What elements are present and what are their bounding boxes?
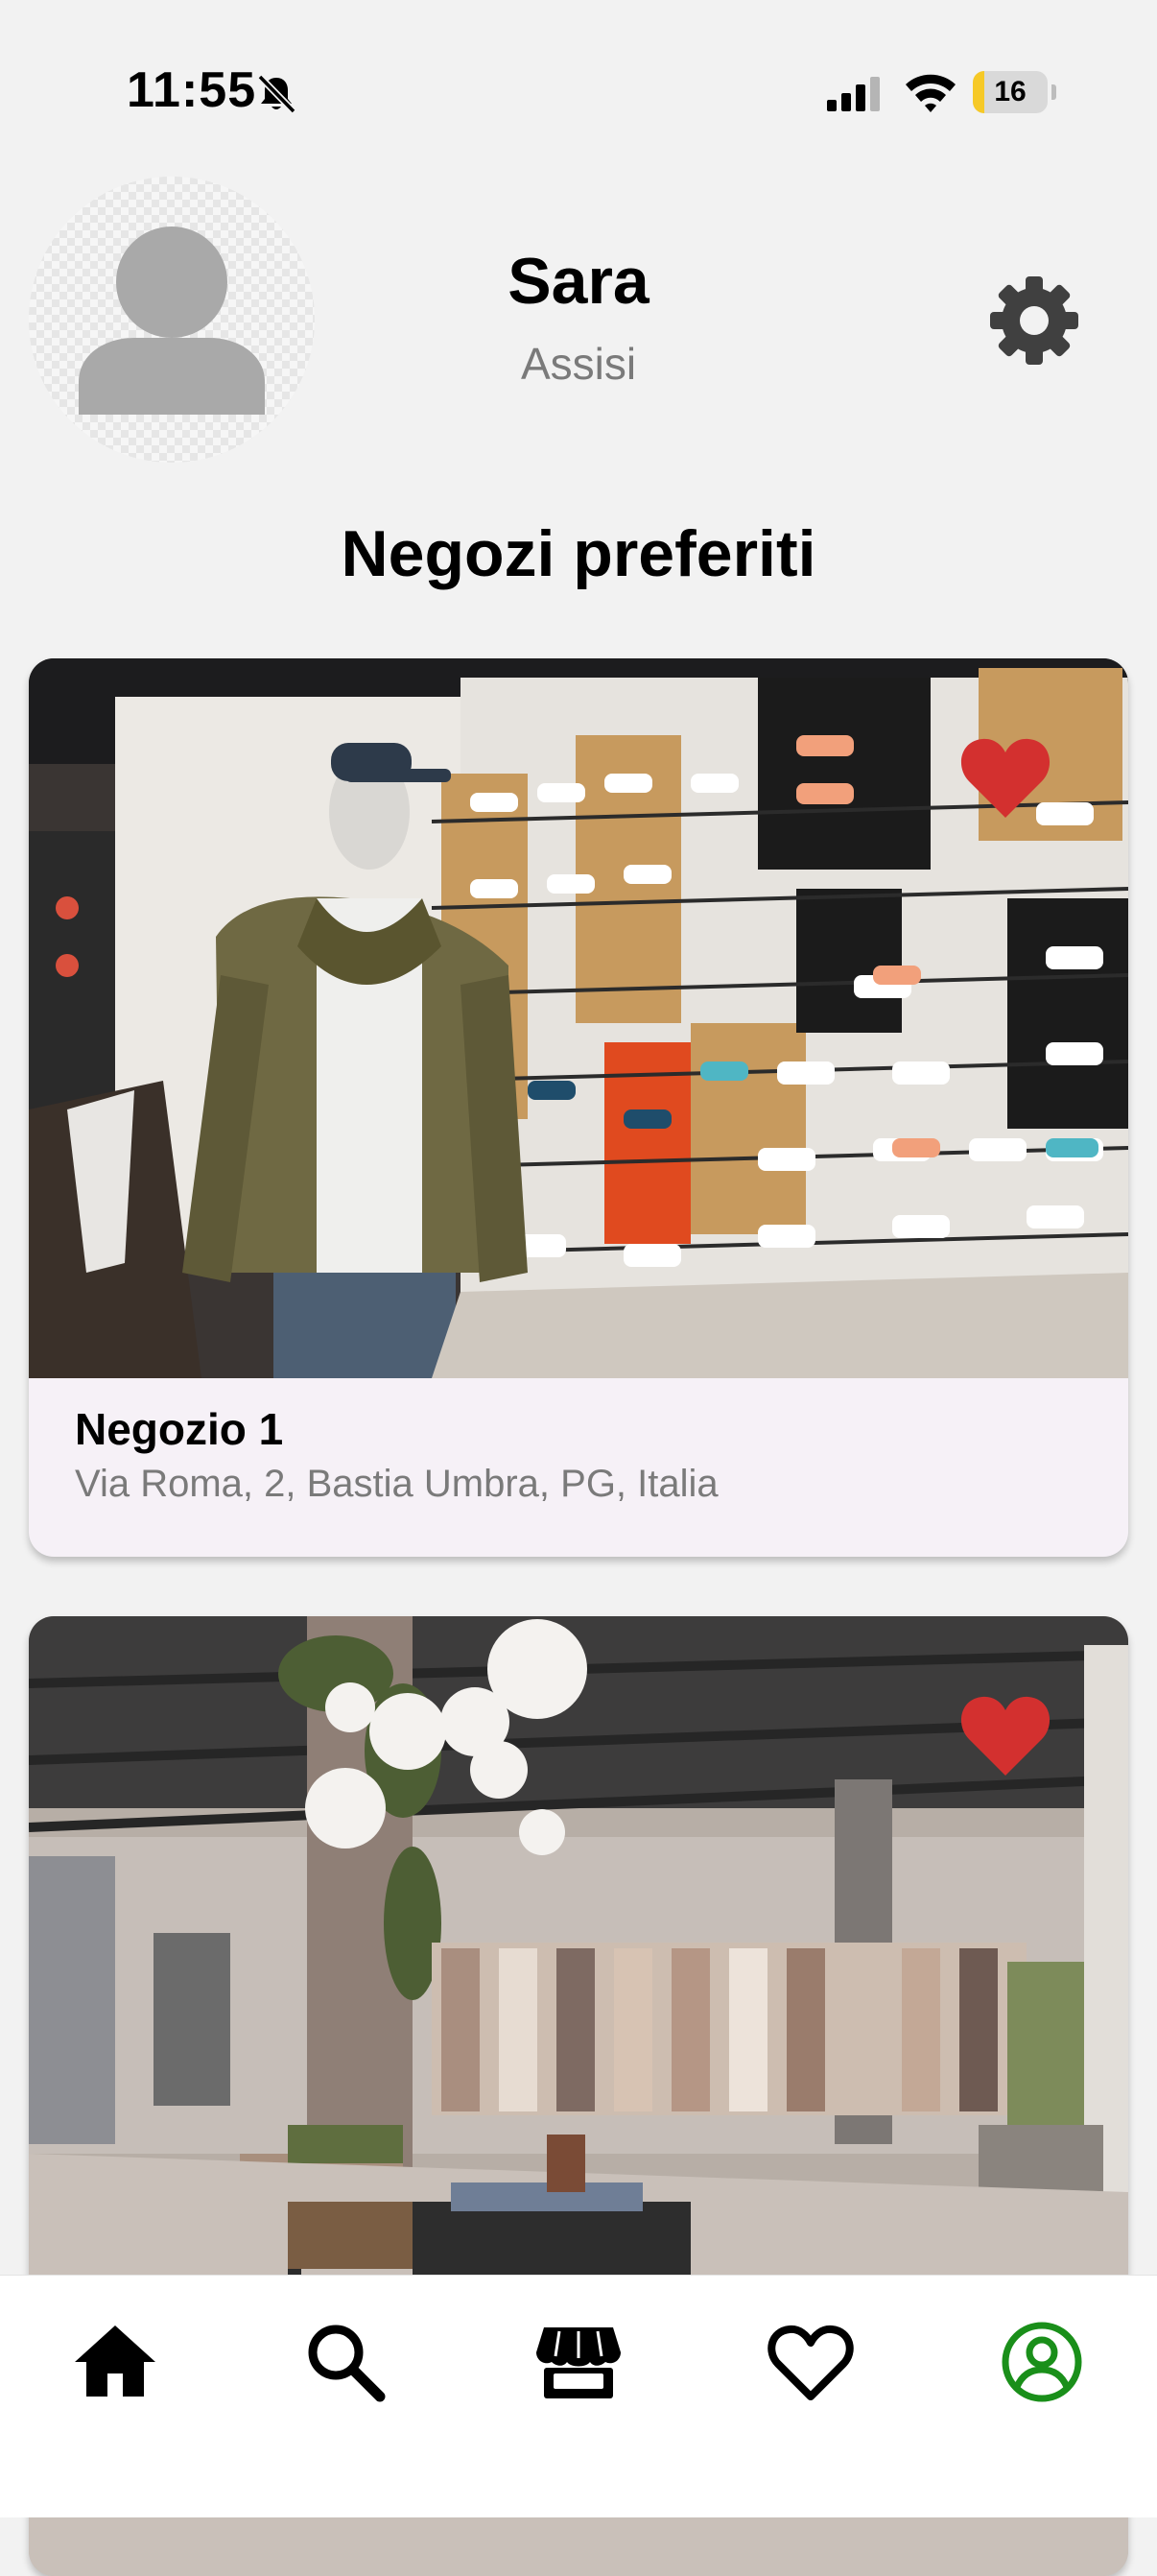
search-icon (308, 2325, 386, 2402)
user-city: Assisi (520, 339, 637, 389)
home-icon (75, 2326, 155, 2397)
avatar[interactable] (29, 177, 315, 463)
store-card[interactable]: Negozio 1 Via Roma, 2, Bastia Umbra, PG,… (29, 658, 1128, 1557)
tab-profile[interactable] (994, 2314, 1090, 2410)
gear-icon (990, 276, 1078, 365)
heart-icon (960, 1696, 1051, 1776)
tab-stores[interactable] (531, 2314, 626, 2410)
store-name: Negozio 1 (75, 1404, 284, 1454)
status-bar: 11:55 16 (0, 0, 1157, 182)
store-icon (536, 2327, 621, 2398)
battery-level: 16 (973, 71, 1048, 113)
tab-search[interactable] (297, 2314, 393, 2410)
battery-percentage: 16 (994, 76, 1027, 107)
user-placeholder-icon (79, 227, 265, 415)
heart-icon (767, 2325, 854, 2400)
bell-off-icon (255, 73, 297, 115)
account-circle-icon (1002, 2322, 1082, 2402)
battery-nub (1051, 84, 1056, 100)
user-name: Sara (508, 245, 649, 318)
settings-button[interactable] (988, 274, 1080, 367)
bottom-tab-bar (0, 2275, 1157, 2517)
status-time: 11:55 (127, 62, 257, 118)
cellular-signal-icon (827, 75, 885, 113)
store-address: Via Roma, 2, Bastia Umbra, PG, Italia (75, 1463, 719, 1505)
favorite-heart-button[interactable] (959, 1693, 1051, 1777)
battery-icon: 16 (973, 71, 1056, 113)
favorite-heart-button[interactable] (959, 735, 1051, 820)
tab-favorites[interactable] (763, 2314, 859, 2410)
wifi-icon (904, 71, 957, 113)
favorites-section-title: Negozi preferiti (341, 517, 816, 590)
heart-icon (960, 738, 1051, 818)
tab-home[interactable] (67, 2314, 163, 2410)
